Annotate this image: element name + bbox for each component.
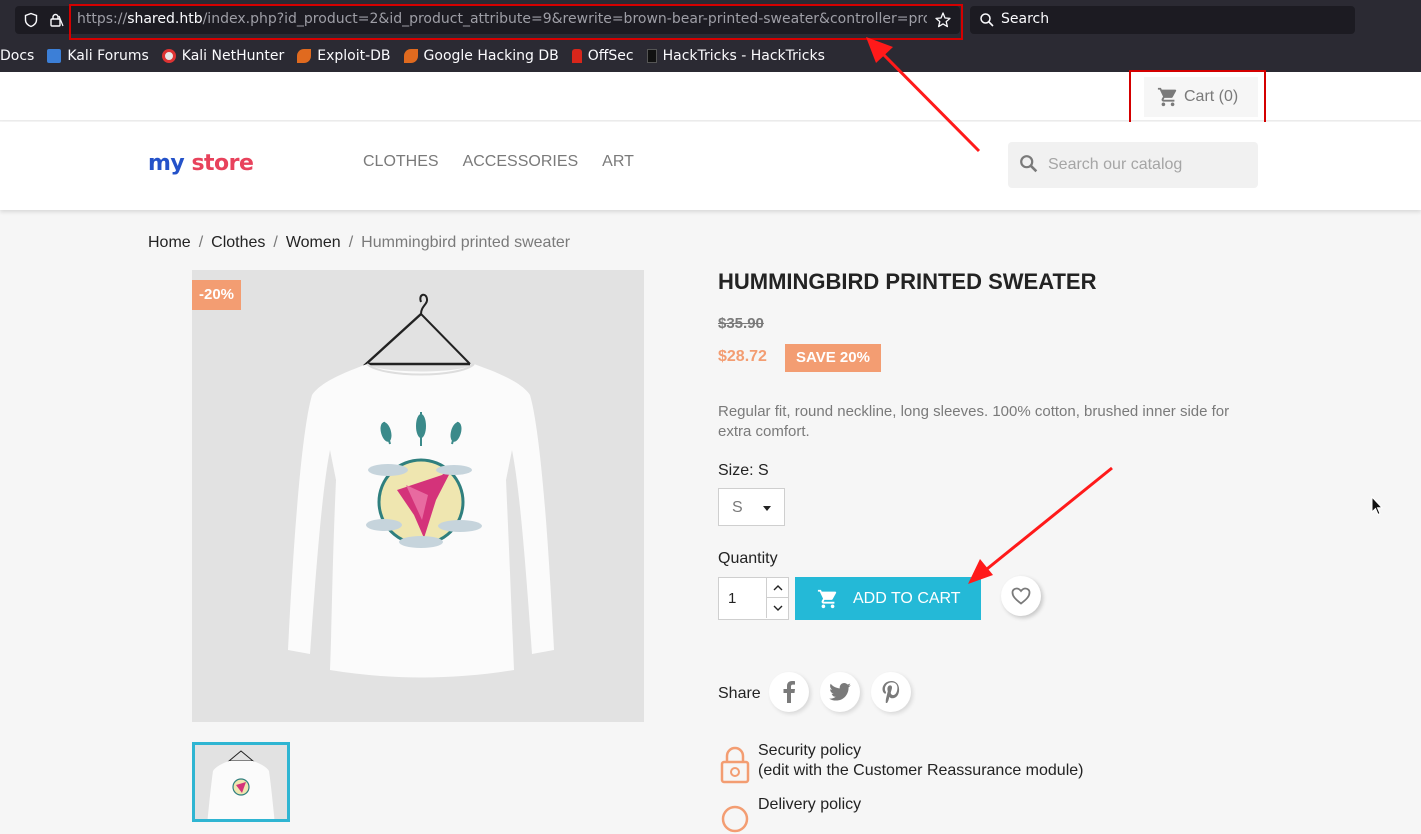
logo-store: store (191, 151, 254, 176)
chevron-up-icon (773, 584, 782, 590)
breadcrumb-women[interactable]: Women (286, 234, 341, 251)
kali-nethunter-icon (161, 49, 176, 63)
bookmark-label: Docs (0, 48, 35, 64)
share-twitter-button[interactable] (820, 672, 860, 712)
bookmark-label: Kali NetHunter (181, 48, 285, 64)
bookmark-label: HackTricks - HackTricks (662, 48, 825, 64)
bookmarks-toolbar: Docs Kali Forums Kali NetHunter Exploit-… (0, 44, 838, 68)
facebook-icon (783, 681, 795, 703)
regular-price: $35.90 (718, 315, 764, 332)
pinterest-icon (882, 681, 900, 703)
quantity-increase-button[interactable] (766, 578, 788, 598)
heart-icon (1011, 587, 1031, 605)
add-to-cart-label: ADD TO CART (853, 589, 961, 607)
delivery-icon (721, 805, 749, 833)
save-badge: SAVE 20% (785, 344, 881, 372)
breadcrumb: Home / Clothes / Women / Hummingbird printed s… (148, 234, 570, 252)
shopping-cart-icon (817, 589, 837, 608)
store-logo[interactable]: my store (148, 151, 254, 176)
bookmark-label: OffSec (587, 48, 634, 64)
breadcrumb-home[interactable]: Home (148, 234, 191, 251)
breadcrumb-separator: / (348, 234, 354, 251)
current-price: $28.72 (718, 348, 767, 365)
size-select-value: S (732, 499, 743, 516)
breadcrumb-current: Hummingbird printed sweater (361, 234, 571, 251)
nav-art[interactable]: ART (602, 153, 634, 171)
reassurance-subtitle: (edit with the Customer Reassurance modu… (758, 762, 1084, 779)
store-header: my store CLOTHES ACCESSORIES ART Search … (0, 122, 1421, 210)
breadcrumb-clothes[interactable]: Clothes (211, 234, 265, 251)
reassurance-title: Security policy (758, 742, 862, 759)
breadcrumb-separator: / (198, 234, 204, 251)
share-pinterest-button[interactable] (871, 672, 911, 712)
quantity-decrease-button[interactable] (766, 598, 788, 618)
url-annotation-box (69, 4, 963, 40)
bookmark-kali-nethunter[interactable]: Kali NetHunter (161, 48, 285, 64)
bookmark-exploit-db[interactable]: Exploit-DB (297, 48, 391, 64)
lock-icon[interactable] (48, 12, 64, 28)
logo-my: my (148, 151, 185, 176)
catalog-search-input[interactable]: Search our catalog (1008, 142, 1258, 188)
chevron-down-icon (773, 605, 782, 611)
offsec-icon (571, 49, 582, 63)
mouse-cursor-icon (1371, 496, 1383, 516)
size-select[interactable]: S (718, 488, 785, 526)
discount-badge: -20% (192, 280, 242, 310)
main-nav: CLOTHES ACCESSORIES ART (363, 153, 658, 171)
size-label: Size: S (718, 462, 769, 479)
share-facebook-button[interactable] (769, 672, 809, 712)
bookmark-label: Kali Forums (67, 48, 149, 64)
wishlist-button[interactable] (1001, 576, 1041, 616)
shield-icon[interactable] (23, 12, 39, 28)
product-thumbnail[interactable] (192, 742, 290, 822)
share-label: Share (718, 685, 761, 702)
cart-annotation-box (1129, 70, 1266, 128)
search-icon (1020, 155, 1038, 173)
ghdb-icon (403, 49, 418, 63)
nav-accessories[interactable]: ACCESSORIES (463, 153, 579, 171)
browser-search-placeholder: Search (1001, 11, 1050, 27)
bookmark-label: Google Hacking DB (423, 48, 559, 64)
quantity-value: 1 (728, 590, 737, 607)
bookmark-label: Exploit-DB (317, 48, 391, 64)
add-to-cart-button[interactable]: ADD TO CART (795, 577, 981, 620)
bookmark-ghdb[interactable]: Google Hacking DB (403, 48, 559, 64)
nav-clothes[interactable]: CLOTHES (363, 153, 439, 171)
reassurance-title: Delivery policy (758, 796, 862, 813)
browser-search-bar[interactable]: Search (970, 6, 1355, 34)
bookmark-kali-forums[interactable]: Kali Forums (47, 48, 149, 64)
store-top-bar: Cart (0) (0, 70, 1421, 128)
hacktricks-icon (646, 49, 657, 63)
quantity-label: Quantity (718, 550, 778, 567)
lock-icon (720, 746, 750, 784)
exploit-db-icon (297, 49, 312, 63)
bookmark-offsec[interactable]: OffSec (571, 48, 634, 64)
product-description: Regular fit, round neckline, long sleeve… (718, 403, 1230, 440)
browser-chrome: https://shared.htb/index.php?id_product=… (0, 0, 1421, 72)
twitter-icon (829, 683, 851, 701)
product-title: HUMMINGBIRD PRINTED SWEATER (718, 269, 1097, 294)
kali-forums-icon (47, 49, 62, 63)
breadcrumb-separator: / (273, 234, 278, 251)
bookmark-hacktricks[interactable]: HackTricks - HackTricks (646, 48, 825, 64)
thumbnail-image (207, 750, 275, 819)
product-cover-image[interactable] (192, 270, 644, 722)
store-page: Cart (0) my store CLOTHES ACCESSORIES AR… (0, 70, 1421, 833)
quantity-stepper[interactable]: 1 (718, 577, 789, 620)
caret-down-icon (763, 506, 771, 511)
sweater-illustration (288, 293, 554, 678)
catalog-search-placeholder: Search our catalog (1048, 156, 1183, 173)
search-icon (980, 13, 994, 27)
bookmark-docs[interactable]: Docs (0, 48, 34, 64)
